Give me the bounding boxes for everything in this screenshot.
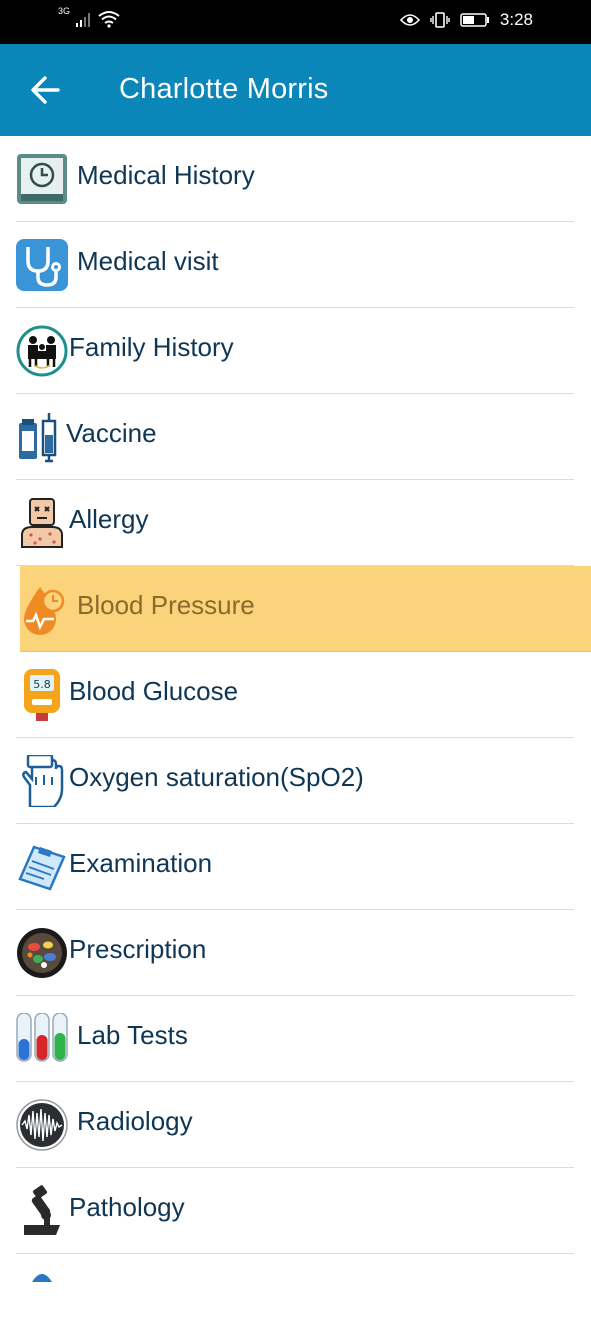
menu-item-family-history[interactable]: Family History xyxy=(16,308,574,394)
menu-item-prescription[interactable]: Prescription xyxy=(16,910,574,996)
signal-icon xyxy=(76,11,92,27)
clipboard-icon xyxy=(16,841,68,893)
pills-icon xyxy=(16,927,68,979)
network-type: 3G xyxy=(58,6,71,16)
health-menu-list: Medical History Medical visit Family His… xyxy=(0,136,591,1340)
menu-item-label: Vaccine xyxy=(66,418,157,448)
menu-item-label: Medical visit xyxy=(77,246,219,276)
menu-item-label: Blood Glucose xyxy=(69,676,239,706)
menu-item-label: Pathology xyxy=(69,1192,185,1222)
menu-item-medical-visit[interactable]: Medical visit xyxy=(16,222,574,308)
menu-item-radiology[interactable]: Radiology xyxy=(16,1082,574,1168)
menu-item-examination[interactable]: Examination xyxy=(16,824,574,910)
app-bar: Charlotte Morris xyxy=(0,44,591,136)
eye-icon xyxy=(399,13,420,27)
menu-item-label: Prescription xyxy=(69,934,207,964)
oximeter-hand-icon xyxy=(16,755,68,807)
waveform-icon xyxy=(16,1099,68,1151)
arrow-left-icon xyxy=(31,76,60,104)
glucose-reading: 5.8 xyxy=(33,678,51,691)
test-tubes-icon xyxy=(16,1013,68,1065)
status-left: 3G xyxy=(58,6,120,28)
menu-item-label: Family History xyxy=(69,332,234,362)
vaccine-icon xyxy=(16,411,68,463)
clock-monitor-icon xyxy=(16,153,68,205)
menu-item-medical-history[interactable]: Medical History xyxy=(16,136,574,222)
menu-item-label: Lab Tests xyxy=(77,1020,188,1050)
status-bar: 3G 3:28 xyxy=(0,0,591,44)
menu-item-pathology[interactable]: Pathology xyxy=(16,1168,574,1254)
family-icon xyxy=(16,325,68,377)
battery-icon xyxy=(460,13,490,27)
status-right: 3:28 xyxy=(399,10,533,30)
clock: 3:28 xyxy=(499,10,533,29)
menu-item-label: Oxygen saturation(SpO2) xyxy=(69,762,364,792)
menu-item-oxygen-saturation[interactable]: Oxygen saturation(SpO2) xyxy=(16,738,574,824)
partial-item-icon xyxy=(32,1270,52,1282)
menu-item-label: Radiology xyxy=(77,1106,193,1136)
microscope-icon xyxy=(16,1185,68,1237)
page-title: Charlotte Morris xyxy=(119,73,329,105)
menu-item-allergy[interactable]: Allergy xyxy=(16,480,574,566)
back-button[interactable] xyxy=(26,70,66,110)
menu-item-blood-glucose[interactable]: 5.8 Blood Glucose xyxy=(16,652,574,738)
menu-item-blood-pressure[interactable]: Blood Pressure xyxy=(20,566,591,652)
menu-item-label: Blood Pressure xyxy=(77,590,255,620)
stethoscope-icon xyxy=(16,239,68,291)
menu-item-label: Allergy xyxy=(69,504,149,534)
menu-item-vaccine[interactable]: Vaccine xyxy=(16,394,574,480)
blood-pressure-icon xyxy=(20,583,72,635)
menu-item-partial[interactable] xyxy=(16,1254,574,1340)
glucose-meter-icon: 5.8 xyxy=(16,669,68,721)
menu-item-lab-tests[interactable]: Lab Tests xyxy=(16,996,574,1082)
menu-item-label: Examination xyxy=(69,848,213,878)
allergy-icon xyxy=(16,497,68,549)
vibrate-icon xyxy=(430,12,450,28)
menu-item-label: Medical History xyxy=(77,160,255,190)
wifi-icon xyxy=(98,10,120,28)
